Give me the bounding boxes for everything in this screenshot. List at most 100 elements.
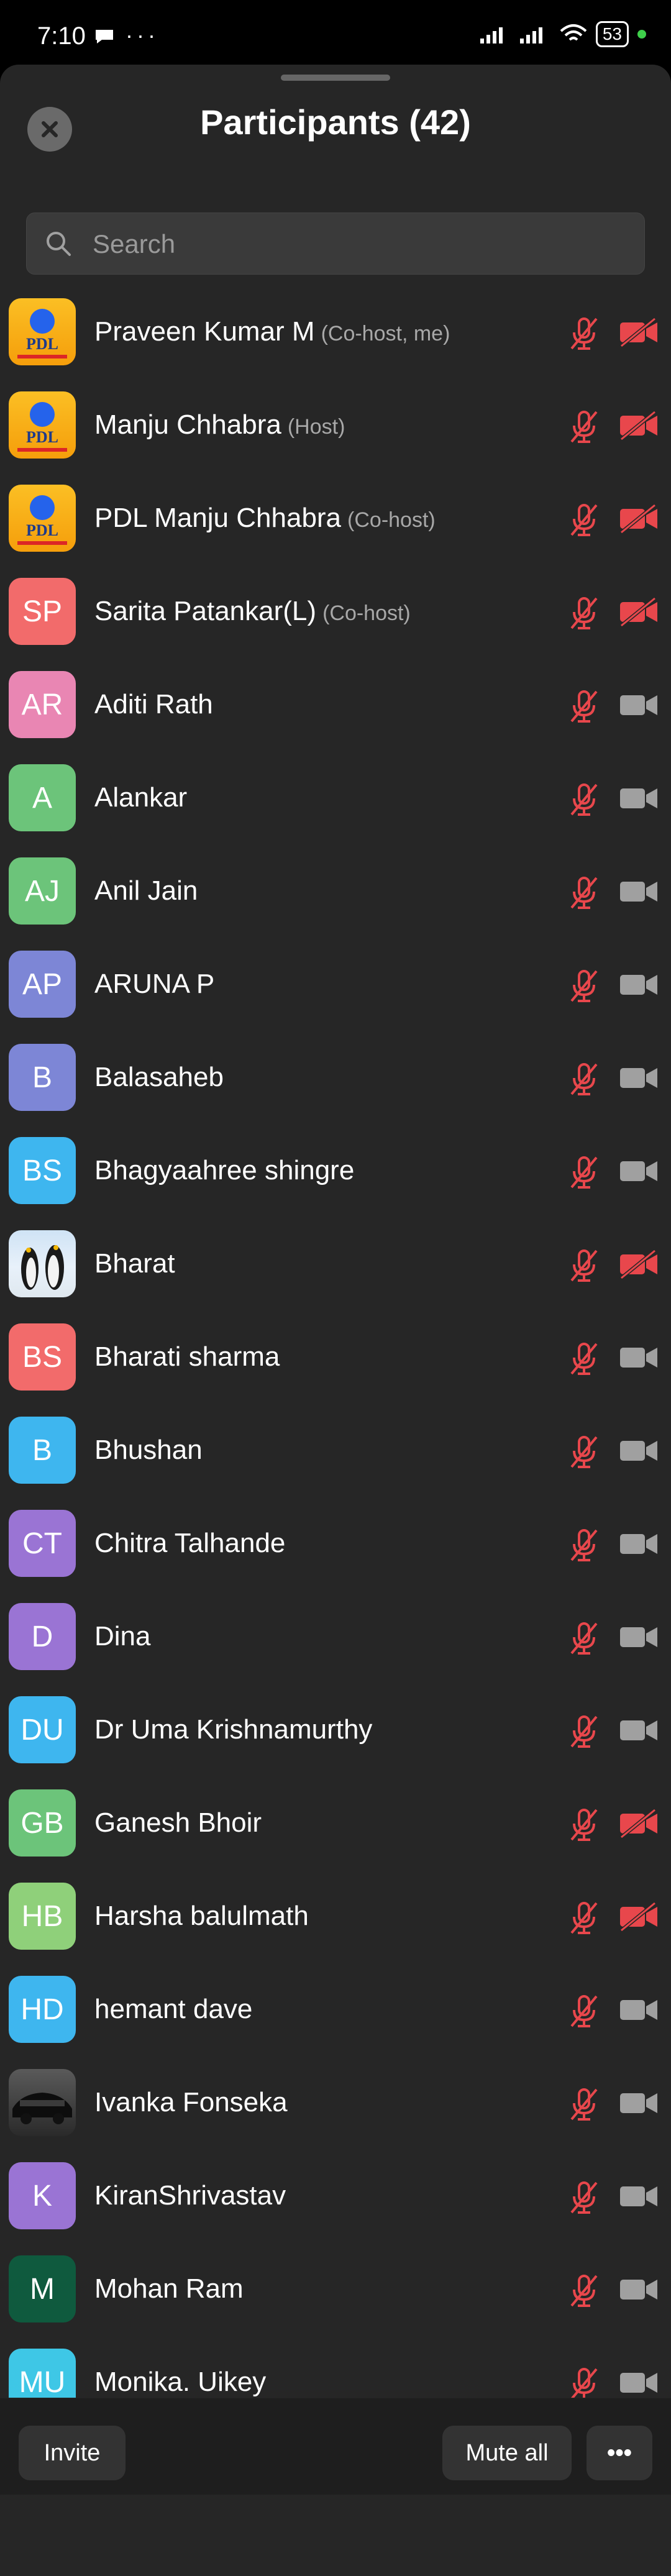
participant-row[interactable]: AR Aditi Rath <box>0 658 671 751</box>
muted-mic-icon[interactable] <box>565 1061 603 1101</box>
participant-row[interactable]: MU Monika. Uikey <box>0 2336 671 2398</box>
mute-all-button[interactable]: Mute all <box>442 2426 572 2480</box>
participant-row[interactable]: K KiranShrivastav <box>0 2149 671 2242</box>
muted-mic-icon[interactable] <box>565 874 603 915</box>
participant-row[interactable]: PDL Manju Chhabra (Host) <box>0 378 671 472</box>
video-camera-icon[interactable] <box>619 877 660 910</box>
video-camera-icon[interactable] <box>619 1995 660 2028</box>
video-camera-icon[interactable] <box>619 1715 660 1748</box>
video-camera-icon[interactable] <box>619 2181 660 2214</box>
video-camera-icon[interactable] <box>619 970 660 1003</box>
more-options-button[interactable]: ••• <box>587 2426 652 2480</box>
video-camera-icon[interactable] <box>619 1343 660 1376</box>
participant-row[interactable]: PDL Praveen Kumar M (Co-host, me) <box>0 285 671 378</box>
muted-mic-icon[interactable] <box>565 1806 603 1847</box>
video-off-icon[interactable] <box>619 1808 660 1842</box>
participant-name: Balasaheb <box>94 1031 224 1124</box>
muted-mic-icon[interactable] <box>565 1993 603 2033</box>
avatar: HD <box>9 1976 76 2043</box>
more-notifications-icon: ··· <box>126 22 159 48</box>
video-camera-icon[interactable] <box>619 1529 660 1562</box>
video-camera-icon[interactable] <box>619 1156 660 1189</box>
search-input[interactable] <box>91 213 628 275</box>
muted-mic-icon[interactable] <box>565 1154 603 1194</box>
muted-mic-icon[interactable] <box>565 2365 603 2398</box>
video-camera-icon[interactable] <box>619 1063 660 1096</box>
avatar: B <box>9 1044 76 1111</box>
muted-mic-icon[interactable] <box>565 2179 603 2219</box>
muted-mic-icon[interactable] <box>565 408 603 449</box>
invite-button[interactable]: Invite <box>19 2426 126 2480</box>
muted-mic-icon[interactable] <box>565 2086 603 2126</box>
video-camera-icon[interactable] <box>619 2368 660 2398</box>
participant-name-text: Manju Chhabra <box>94 409 281 440</box>
video-camera-icon[interactable] <box>619 690 660 723</box>
video-off-icon[interactable] <box>619 410 660 444</box>
muted-mic-icon[interactable] <box>565 315 603 355</box>
muted-mic-icon[interactable] <box>565 2272 603 2313</box>
participant-name: Ganesh Bhoir <box>94 1776 262 1870</box>
participant-row[interactable]: GB Ganesh Bhoir <box>0 1776 671 1870</box>
video-camera-icon[interactable] <box>619 2088 660 2121</box>
muted-mic-icon[interactable] <box>565 688 603 728</box>
participant-row[interactable]: AJ Anil Jain <box>0 844 671 938</box>
gesture-area <box>0 2495 671 2576</box>
video-off-icon[interactable] <box>619 1249 660 1282</box>
participant-row[interactable]: Ivanka Fonseka <box>0 2056 671 2149</box>
participant-row[interactable]: AP ARUNA P <box>0 938 671 1031</box>
video-camera-icon[interactable] <box>619 1436 660 1469</box>
participant-name: Sarita Patankar(L) (Co-host) <box>94 565 411 658</box>
video-camera-icon[interactable] <box>619 1622 660 1655</box>
muted-mic-icon[interactable] <box>565 1620 603 1660</box>
participant-row[interactable]: BS Bhagyaahree shingre <box>0 1124 671 1217</box>
participant-row[interactable]: PDL PDL Manju Chhabra (Co-host) <box>0 472 671 565</box>
participant-row[interactable]: SP Sarita Patankar(L) (Co-host) <box>0 565 671 658</box>
muted-mic-icon[interactable] <box>565 1247 603 1287</box>
participant-name-text: Praveen Kumar M <box>94 316 315 347</box>
avatar: CT <box>9 1510 76 1577</box>
participant-row[interactable]: CT Chitra Talhande <box>0 1497 671 1590</box>
avatar: HB <box>9 1883 76 1950</box>
muted-mic-icon[interactable] <box>565 595 603 635</box>
participant-list: PDL Praveen Kumar M (Co-host, me) PDL Manju … <box>0 285 671 2398</box>
video-off-icon[interactable] <box>619 596 660 630</box>
muted-mic-icon[interactable] <box>565 1713 603 1753</box>
drag-handle[interactable] <box>281 75 390 81</box>
video-camera-icon[interactable] <box>619 2275 660 2308</box>
participant-row[interactable]: BS Bharati sharma <box>0 1310 671 1404</box>
participants-sheet: Participants (42) PDL Praveen Kumar M (Co-… <box>0 65 671 2398</box>
muted-mic-icon[interactable] <box>565 781 603 821</box>
participant-row[interactable]: DU Dr Uma Krishnamurthy <box>0 1683 671 1776</box>
video-camera-icon[interactable] <box>619 783 660 816</box>
participant-name: Chitra Talhande <box>94 1497 285 1590</box>
participant-name: Bharat <box>94 1217 175 1310</box>
participant-name-text: Monika. Uikey <box>94 2367 267 2397</box>
participant-name-text: Anil Jain <box>94 875 198 906</box>
participant-row[interactable]: M Mohan Ram <box>0 2242 671 2336</box>
participant-row[interactable]: A Alankar <box>0 751 671 844</box>
muted-mic-icon[interactable] <box>565 1433 603 1474</box>
muted-mic-icon[interactable] <box>565 501 603 542</box>
muted-mic-icon[interactable] <box>565 1899 603 1940</box>
avatar: PDL <box>9 298 76 365</box>
search-bar[interactable] <box>26 212 645 275</box>
muted-mic-icon[interactable] <box>565 967 603 1008</box>
participant-row[interactable]: B Bhushan <box>0 1404 671 1497</box>
participant-row[interactable]: HD hemant dave <box>0 1963 671 2056</box>
video-off-icon[interactable] <box>619 1901 660 1935</box>
participant-row[interactable]: Bharat <box>0 1217 671 1310</box>
participant-name-text: Ganesh Bhoir <box>94 1807 262 1838</box>
video-off-icon[interactable] <box>619 503 660 537</box>
avatar: D <box>9 1603 76 1670</box>
muted-mic-icon[interactable] <box>565 1527 603 1567</box>
participant-row[interactable]: B Balasaheb <box>0 1031 671 1124</box>
muted-mic-icon[interactable] <box>565 1340 603 1381</box>
avatar: GB <box>9 1789 76 1857</box>
participant-name: Dr Uma Krishnamurthy <box>94 1683 372 1776</box>
participant-row[interactable]: D Dina <box>0 1590 671 1683</box>
participant-row[interactable]: HB Harsha balulmath <box>0 1870 671 1963</box>
participant-name-text: Mohan Ram <box>94 2273 244 2304</box>
participant-role: (Co-host) <box>322 601 411 625</box>
video-off-icon[interactable] <box>619 317 660 350</box>
avatar: MU <box>9 2349 76 2398</box>
